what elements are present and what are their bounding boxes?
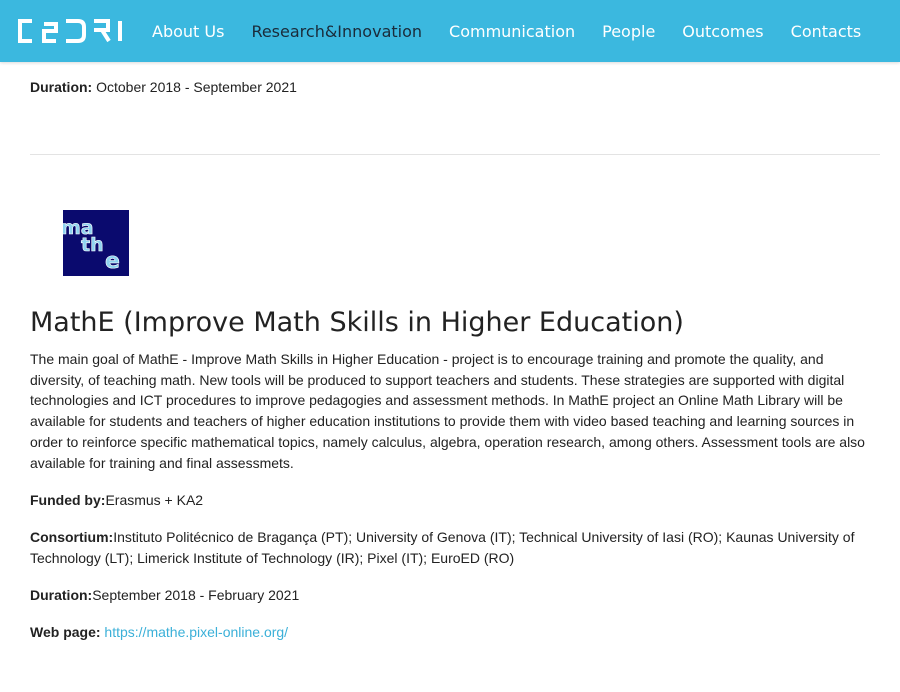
funded-by: Funded by:Erasmus + KA2 bbox=[30, 490, 880, 511]
previous-project-duration: Duration: October 2018 - September 2021 bbox=[30, 79, 297, 95]
web-page-link[interactable]: https://mathe.pixel-online.org/ bbox=[104, 624, 288, 640]
project-description: The main goal of MathE - Improve Math Sk… bbox=[30, 351, 865, 471]
project-duration-value: September 2018 - February 2021 bbox=[92, 587, 300, 603]
project-duration: Duration:September 2018 - February 2021 bbox=[30, 585, 880, 606]
nav-research-innovation[interactable]: Research&Innovation bbox=[251, 22, 422, 41]
consortium-value: Instituto Politécnico de Bragança (PT); … bbox=[30, 529, 855, 566]
nav-outcomes[interactable]: Outcomes bbox=[682, 22, 763, 41]
project-duration-label: Duration: bbox=[30, 587, 93, 603]
duration-label: Duration: bbox=[30, 79, 93, 95]
project-title: MathE (Improve Math Skills in Higher Edu… bbox=[30, 307, 684, 338]
funded-by-label: Funded by: bbox=[30, 492, 106, 508]
nav-about-us[interactable]: About Us bbox=[152, 22, 224, 41]
svg-text:th: th bbox=[81, 234, 104, 256]
section-divider bbox=[30, 154, 880, 155]
top-navbar: About Us Research&Innovation Communicati… bbox=[0, 0, 900, 62]
consortium: Consortium:Instituto Politécnico de Brag… bbox=[30, 527, 880, 568]
web-page: Web page: https://mathe.pixel-online.org… bbox=[30, 622, 880, 643]
svg-text:e: e bbox=[105, 249, 120, 274]
web-page-label: Web page: bbox=[30, 624, 101, 640]
duration-value: October 2018 - September 2021 bbox=[92, 79, 297, 95]
nav-contacts[interactable]: Contacts bbox=[791, 22, 862, 41]
funded-by-value: Erasmus + KA2 bbox=[105, 492, 204, 508]
nav-links: About Us Research&Innovation Communicati… bbox=[152, 22, 888, 41]
mathe-logo-image: ma th e bbox=[63, 210, 129, 276]
consortium-label: Consortium: bbox=[30, 529, 114, 545]
nav-people[interactable]: People bbox=[602, 22, 655, 41]
nav-communication[interactable]: Communication bbox=[449, 22, 575, 41]
cedri-logo[interactable] bbox=[12, 11, 130, 51]
